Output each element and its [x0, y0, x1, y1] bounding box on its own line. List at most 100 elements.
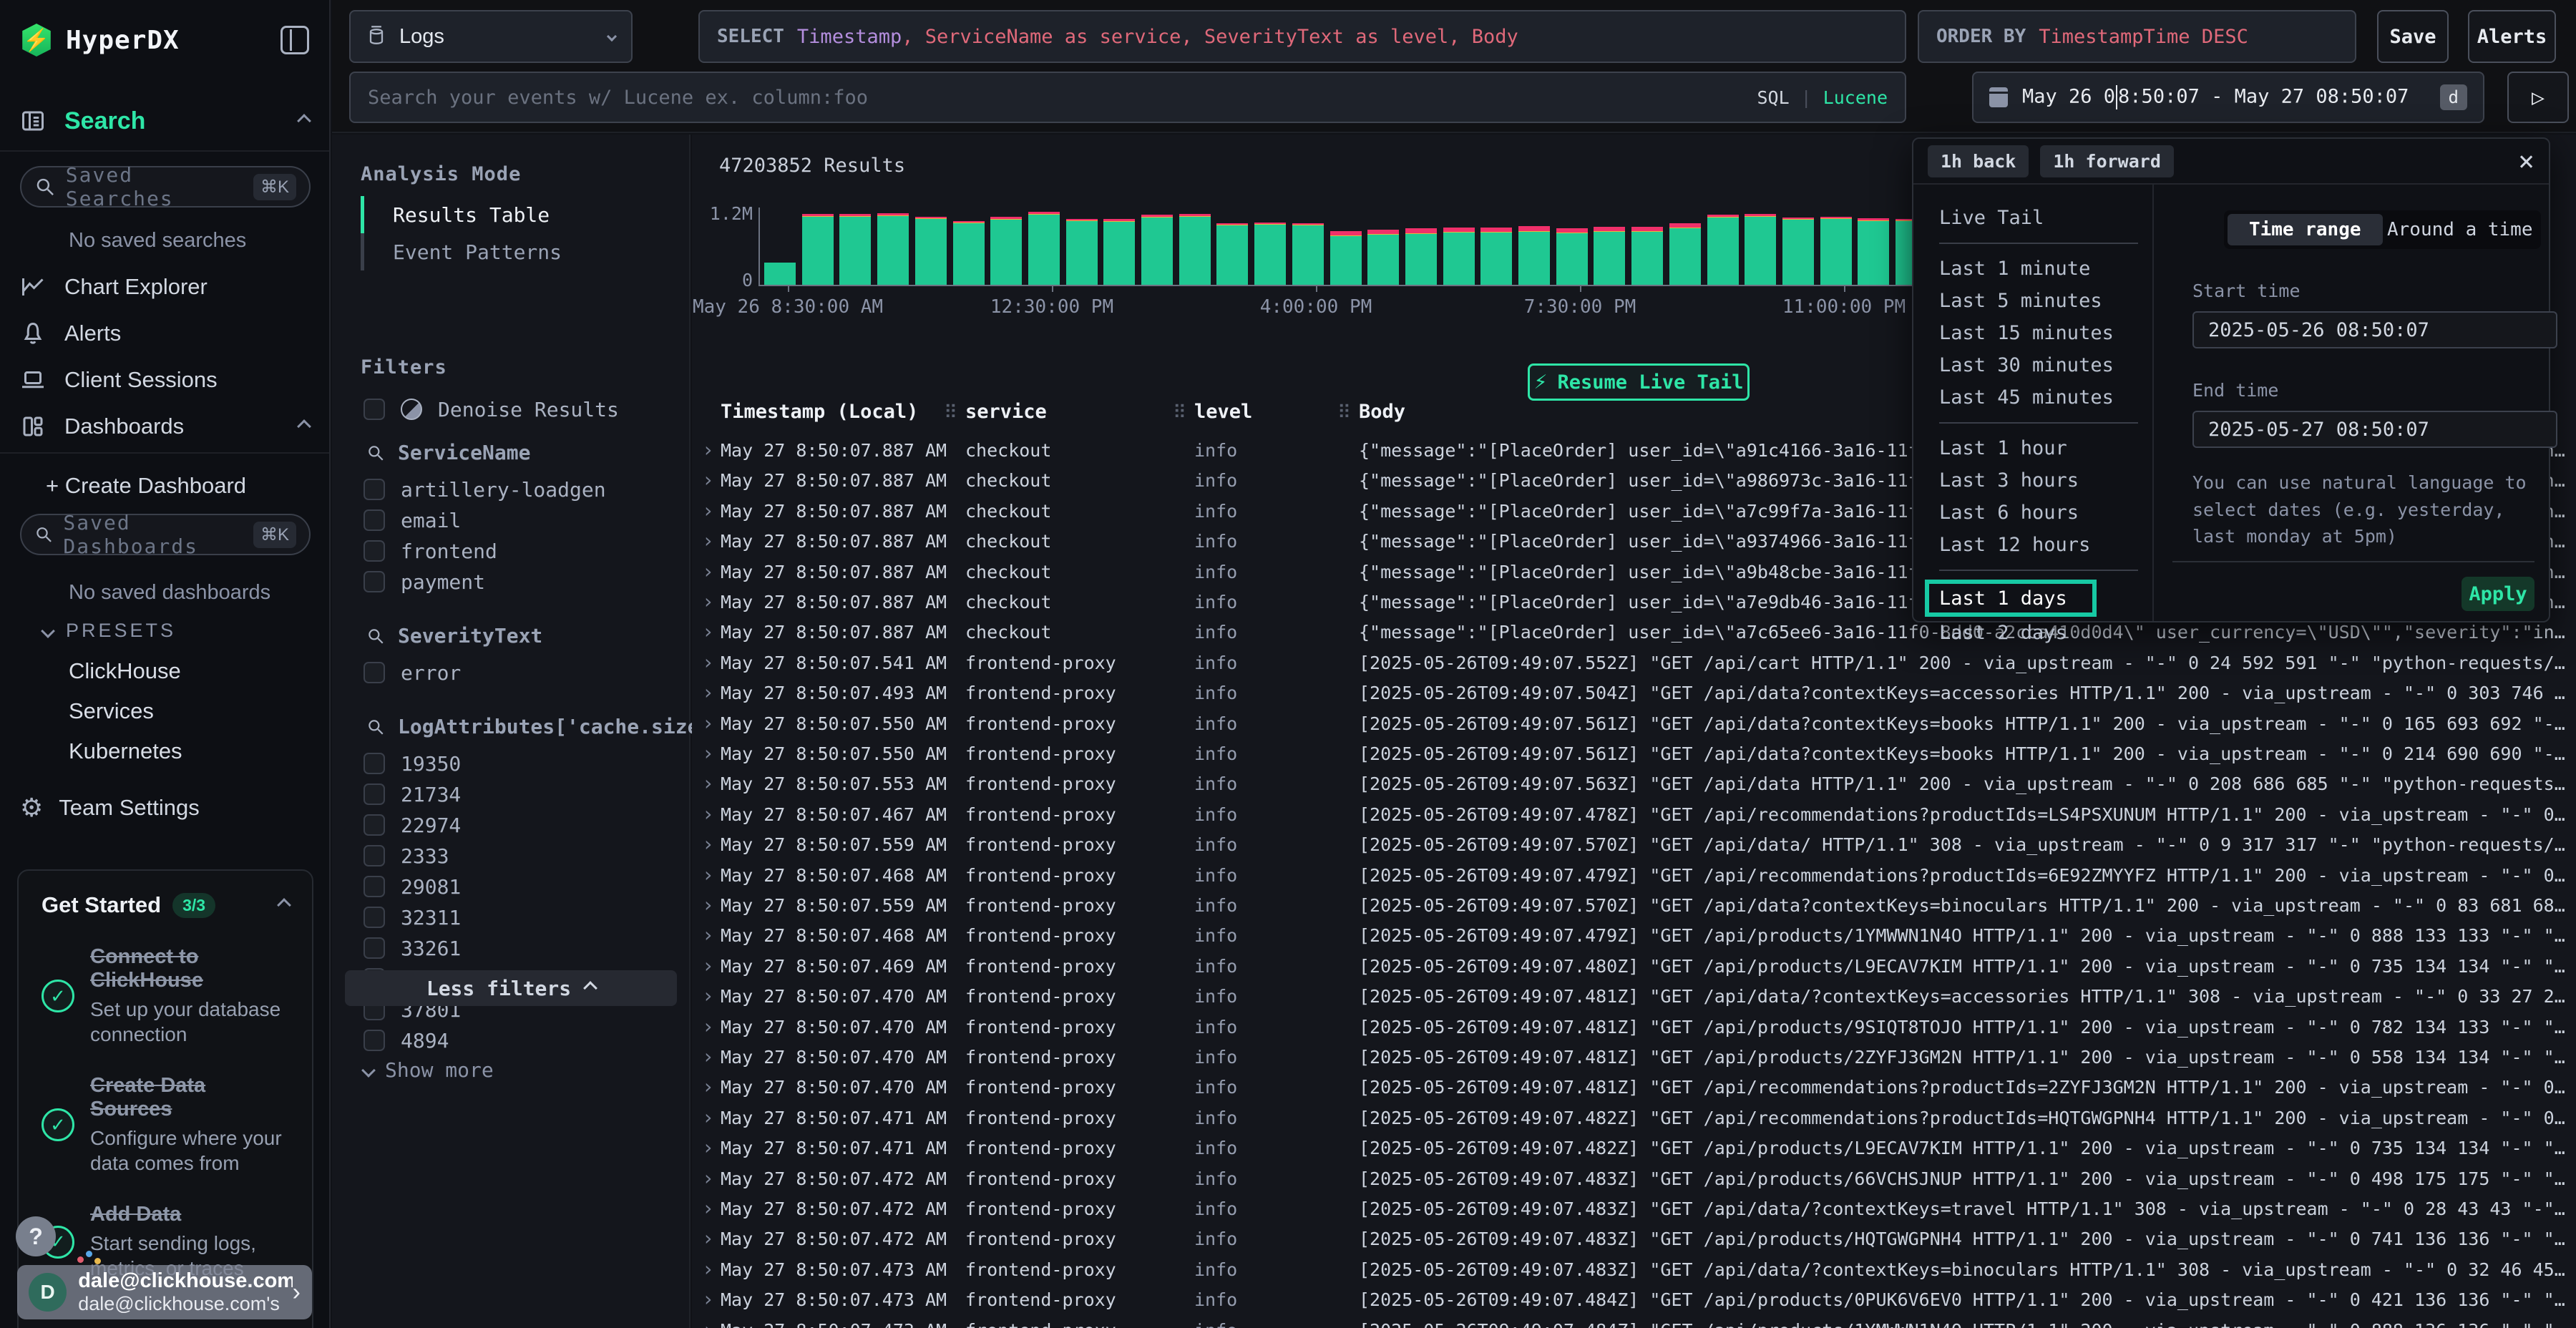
log-row[interactable]: › May 27 8:50:07.468 AM frontend-proxy i… [692, 920, 2576, 950]
filter-group-header[interactable]: SeverityText [366, 624, 542, 648]
save-button[interactable]: Save [2377, 10, 2449, 63]
filter-option[interactable]: 2333 [364, 840, 664, 872]
filter-option[interactable]: 4894 [364, 1025, 664, 1056]
checkbox[interactable] [364, 845, 385, 866]
analysis-mode-tab[interactable]: Event Patterns [361, 233, 661, 270]
column-resize-handle[interactable]: ⠿ [1337, 402, 1351, 424]
apply-button[interactable]: Apply [2462, 577, 2534, 611]
time-option[interactable]: Last 2 days [1939, 617, 2138, 649]
filter-option[interactable]: 33261 [364, 932, 664, 964]
expand-row-icon[interactable]: › [702, 832, 714, 856]
presets-toggle[interactable]: PRESETS [43, 620, 176, 642]
histogram-bar[interactable] [990, 217, 1022, 285]
sidebar-item-services[interactable]: Services [69, 698, 154, 724]
log-row[interactable]: › May 27 8:50:07.472 AM frontend-proxy i… [692, 1193, 2576, 1224]
sidebar-item-dashboards[interactable]: Dashboards [0, 404, 329, 449]
expand-row-icon[interactable]: › [702, 438, 714, 462]
saved-searches-input[interactable]: Saved Searches ⌘K [20, 166, 311, 208]
filter-group-header[interactable]: ServiceName [366, 441, 530, 464]
expand-row-icon[interactable]: › [702, 529, 714, 552]
checkbox[interactable] [364, 509, 385, 531]
histogram-bar[interactable] [1782, 218, 1814, 285]
tab-around-a-time[interactable]: Around a time [2383, 214, 2538, 245]
log-row[interactable]: › May 27 8:50:07.472 AM frontend-proxy i… [692, 1224, 2576, 1254]
resume-live-tail-button[interactable]: ⚡ Resume Live Tail [1528, 363, 1750, 401]
log-row[interactable]: › May 27 8:50:07.469 AM frontend-proxy i… [692, 951, 2576, 981]
histogram-bar[interactable] [764, 263, 796, 285]
expand-row-icon[interactable]: › [702, 802, 714, 826]
checkbox[interactable] [364, 937, 385, 959]
time-option[interactable]: Last 3 hours [1939, 464, 2138, 497]
run-query-button[interactable]: ▷ [2507, 72, 2569, 123]
expand-row-icon[interactable]: › [702, 923, 714, 947]
checkbox[interactable] [364, 814, 385, 836]
expand-row-icon[interactable]: › [702, 1015, 714, 1038]
create-dashboard-button[interactable]: + Create Dashboard [0, 464, 329, 508]
expand-row-icon[interactable]: › [702, 1136, 714, 1159]
histogram-bar[interactable] [1820, 217, 1852, 285]
user-menu[interactable]: D dale@clickhouse.com dale@clickhouse.co… [17, 1265, 312, 1319]
source-select[interactable]: Logs [349, 10, 633, 63]
time-option[interactable]: Last 5 minutes [1939, 285, 2138, 317]
expand-row-icon[interactable]: › [702, 863, 714, 887]
get-started-item-sources[interactable]: ✓ Create Data Sources Configure where yo… [42, 1074, 289, 1176]
column-resize-handle[interactable]: ⠿ [1173, 402, 1186, 424]
help-button[interactable]: ? [16, 1216, 56, 1256]
log-row[interactable]: › May 27 8:50:07.471 AM frontend-proxy i… [692, 1103, 2576, 1133]
histogram-bar[interactable] [1254, 223, 1286, 285]
sidebar-item-search[interactable]: Search [0, 92, 329, 152]
less-filters-button[interactable]: Less filters [345, 970, 677, 1006]
expand-row-icon[interactable]: › [702, 893, 714, 917]
time-option[interactable]: Last 12 hours [1939, 529, 2138, 561]
expand-row-icon[interactable]: › [702, 1075, 714, 1098]
expand-row-icon[interactable]: › [702, 1196, 714, 1220]
log-row[interactable]: › May 27 8:50:07.493 AM frontend-proxy i… [692, 678, 2576, 708]
histogram-bar[interactable] [1066, 219, 1098, 285]
expand-row-icon[interactable]: › [702, 1257, 714, 1281]
log-row[interactable]: › May 27 8:50:07.473 AM frontend-proxy i… [692, 1284, 2576, 1314]
expand-row-icon[interactable]: › [702, 560, 714, 583]
time-option[interactable]: Last 1 hour [1939, 432, 2138, 464]
log-row[interactable]: › May 27 8:50:07.467 AM frontend-proxy i… [692, 799, 2576, 829]
log-row[interactable]: › May 27 8:50:07.470 AM frontend-proxy i… [692, 1012, 2576, 1042]
close-icon[interactable]: × [2518, 147, 2534, 175]
histogram-bar[interactable] [802, 214, 834, 285]
analysis-mode-tab[interactable]: Results Table [361, 196, 661, 233]
histogram-bar[interactable] [1669, 223, 1701, 285]
filter-option[interactable]: artillery-loadgen [364, 474, 664, 505]
show-more-button[interactable]: Show more [364, 1058, 494, 1082]
saved-dashboards-input[interactable]: Saved Dashboards ⌘K [20, 514, 311, 555]
log-row[interactable]: › May 27 8:50:07.553 AM frontend-proxy i… [692, 768, 2576, 799]
log-row[interactable]: › May 27 8:50:07.471 AM frontend-proxy i… [692, 1133, 2576, 1163]
log-row[interactable]: › May 27 8:50:07.550 AM frontend-proxy i… [692, 738, 2576, 768]
lang-sql-toggle[interactable]: SQL [1757, 87, 1789, 108]
sidebar-item-alerts[interactable]: Alerts [0, 311, 329, 356]
select-query-input[interactable]: SELECT Timestamp, ServiceName as service… [698, 10, 1906, 63]
checkbox[interactable] [364, 540, 385, 562]
end-time-input[interactable]: 2025-05-27 08:50:07 [2192, 411, 2557, 448]
filter-option[interactable]: 32311 [364, 902, 664, 933]
histogram-bar[interactable] [1292, 223, 1324, 285]
time-option[interactable]: Last 1 minute [1939, 253, 2138, 285]
histogram-bar[interactable] [1518, 226, 1550, 285]
histogram-bar[interactable] [1179, 214, 1211, 285]
expand-row-icon[interactable]: › [702, 771, 714, 795]
time-option[interactable]: Last 6 hours [1939, 497, 2138, 529]
histogram-bar[interactable] [1103, 219, 1135, 285]
histogram-bar[interactable] [1028, 212, 1060, 285]
histogram-bar[interactable] [1594, 227, 1625, 285]
time-option[interactable]: Last 1 days [1925, 580, 2097, 617]
expand-row-icon[interactable]: › [702, 741, 714, 765]
log-row[interactable]: › May 27 8:50:07.473 AM frontend-proxy i… [692, 1315, 2576, 1328]
checkbox[interactable] [364, 783, 385, 805]
filter-option[interactable]: payment [364, 566, 664, 597]
log-row[interactable]: › May 27 8:50:07.470 AM frontend-proxy i… [692, 1072, 2576, 1102]
filter-option[interactable]: 19350 [364, 748, 664, 779]
checkbox[interactable] [364, 876, 385, 897]
filter-option[interactable]: email [364, 504, 664, 536]
histogram[interactable]: 1.2M 0 May 26 8:30:00 AM 12:30:00 PM 4:0… [758, 208, 1926, 286]
histogram-bar[interactable] [1405, 228, 1437, 285]
sidebar-collapse-icon[interactable] [280, 26, 309, 54]
filter-group-header[interactable]: LogAttributes['cache.size'] [366, 715, 723, 738]
expand-row-icon[interactable]: › [702, 1045, 714, 1068]
